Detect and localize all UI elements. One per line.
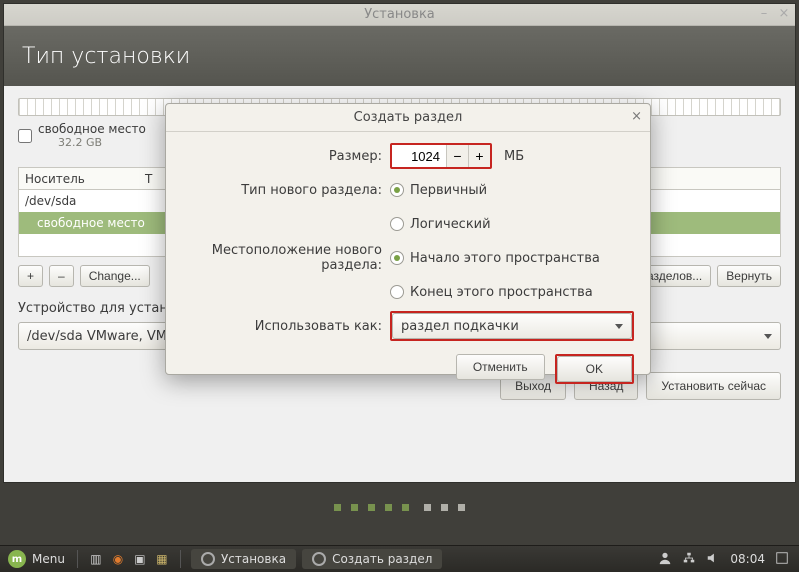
device-label: /dev/sda [25, 194, 76, 208]
use-as-label: Использовать как: [182, 319, 390, 334]
mint-logo-icon: m [8, 550, 26, 568]
radio-location-end[interactable]: Конец этого пространства [390, 285, 593, 300]
window-minimize-icon[interactable]: – [757, 6, 771, 20]
radio-location-begin[interactable]: Начало этого пространства [390, 251, 600, 266]
start-menu-button[interactable]: m Menu [0, 550, 73, 568]
slideshow-dots [0, 500, 799, 515]
start-menu-label: Menu [32, 552, 65, 566]
radio-end-label: Конец этого пространства [410, 285, 593, 300]
size-label: Размер: [182, 149, 390, 164]
radio-primary[interactable]: Первичный [390, 183, 487, 198]
radio-dot-icon [390, 251, 404, 265]
use-as-select[interactable]: раздел подкачки [392, 313, 632, 339]
revert-button[interactable]: Вернуть [717, 265, 781, 287]
install-now-button[interactable]: Установить сейчас [646, 372, 781, 400]
col-type: Т [145, 172, 152, 186]
task-label: Установка [221, 552, 286, 566]
free-space-label: свободное место [38, 122, 146, 136]
clock[interactable]: 08:04 [730, 552, 765, 566]
free-space-size: 32.2 GB [58, 136, 146, 149]
dialog-cancel-button[interactable]: Отменить [456, 354, 545, 380]
radio-dot-icon [390, 285, 404, 299]
page-title: Тип установки [22, 44, 190, 69]
network-icon[interactable] [682, 551, 696, 568]
size-unit: МБ [504, 149, 524, 164]
chevron-down-icon [764, 334, 772, 339]
taskbar-task-installer[interactable]: Установка [191, 549, 296, 569]
dialog-title: Создать раздел [354, 110, 463, 125]
tray-toggle-icon[interactable] [775, 551, 789, 568]
firefox-icon[interactable]: ◉ [110, 551, 126, 567]
user-icon[interactable] [658, 551, 672, 568]
page-header: Тип установки [4, 26, 795, 86]
system-tray: 08:04 [648, 551, 799, 568]
dialog-ok-button[interactable]: OK [557, 356, 632, 382]
location-label: Местоположение нового раздела: [182, 243, 390, 273]
change-partition-button[interactable]: Change... [80, 265, 150, 287]
window-close-icon[interactable]: × [777, 6, 791, 20]
window-titlebar: Установка – × [4, 4, 795, 26]
radio-dot-icon [390, 183, 404, 197]
free-space-checkbox[interactable] [18, 129, 32, 143]
size-decrement-button[interactable]: − [446, 145, 468, 167]
show-desktop-icon[interactable]: ▥ [88, 551, 104, 567]
dialog-titlebar: Создать раздел × [166, 104, 650, 132]
radio-primary-label: Первичный [410, 183, 487, 198]
radio-logical[interactable]: Логический [390, 217, 491, 232]
type-label: Тип нового раздела: [182, 183, 390, 198]
terminal-icon[interactable]: ▣ [132, 551, 148, 567]
chevron-down-icon [615, 324, 623, 329]
create-partition-dialog: Создать раздел × Размер: − + МБ Тип ново… [165, 103, 651, 375]
files-icon[interactable]: ▦ [154, 551, 170, 567]
size-increment-button[interactable]: + [468, 145, 490, 167]
radio-begin-label: Начало этого пространства [410, 251, 600, 266]
quick-launch: ▥ ◉ ▣ ▦ [82, 551, 176, 567]
volume-icon[interactable] [706, 551, 720, 568]
dialog-task-icon [312, 552, 326, 566]
remove-partition-button[interactable]: – [49, 265, 74, 287]
size-input[interactable] [392, 145, 446, 167]
taskbar-task-dialog[interactable]: Создать раздел [302, 549, 442, 569]
taskbar: m Menu ▥ ◉ ▣ ▦ Установка Создать раздел … [0, 545, 799, 572]
add-partition-button[interactable]: + [18, 265, 43, 287]
task-label: Создать раздел [332, 552, 432, 566]
free-space-row-label: свободное место [25, 216, 145, 230]
window-title: Установка [364, 7, 435, 22]
use-as-value: раздел подкачки [401, 319, 519, 334]
installer-task-icon [201, 552, 215, 566]
dialog-close-icon[interactable]: × [631, 109, 642, 124]
radio-dot-icon [390, 217, 404, 231]
size-spinner: − + [390, 143, 492, 169]
col-device: Носитель [25, 172, 145, 186]
radio-logical-label: Логический [410, 217, 491, 232]
